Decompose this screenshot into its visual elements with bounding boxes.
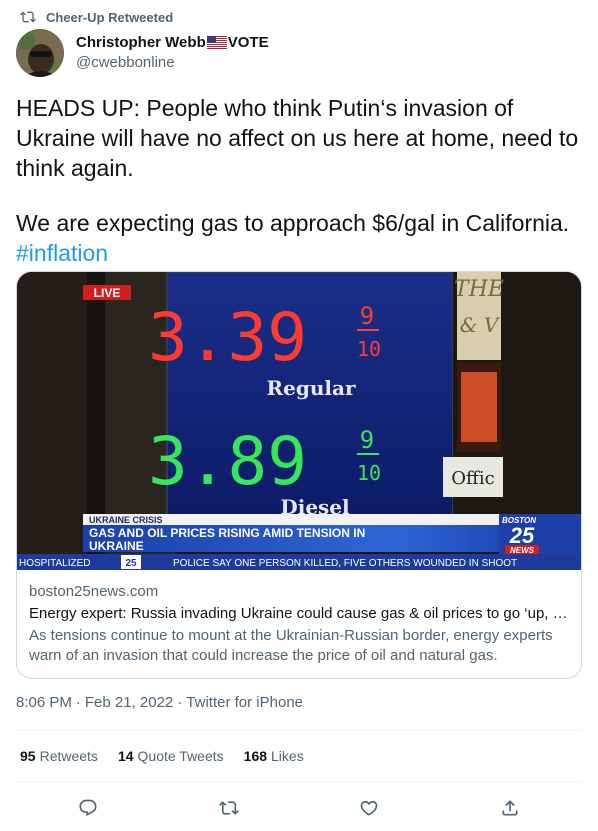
ticker-text: POLICE SAY ONE PERSON KILLED, FIVE OTHER…	[173, 558, 517, 569]
sign-fragment: & V	[460, 313, 501, 337]
diesel-price-fraction-top: 9	[360, 426, 374, 454]
tweet-timestamp: 8:06 PM · Feb 21, 2022 · Twitter for iPh…	[16, 694, 303, 711]
tweet-text: HEADS UP: People who think Putin‘s invas…	[16, 93, 586, 268]
ticker-left: HOSPITALIZED	[19, 558, 91, 569]
chyron-tag: UKRAINE CRISIS	[89, 515, 163, 525]
author-name[interactable]: Christopher Webb VOTE	[76, 33, 269, 52]
likes-stat[interactable]: 168 Likes	[244, 748, 304, 764]
regular-price: 3.39	[148, 299, 307, 376]
author-name-suffix: VOTE	[227, 34, 269, 51]
divider	[16, 781, 582, 782]
chyron-headline-1: GAS AND OIL PRICES RISING AMID TENSION I…	[89, 526, 365, 540]
author-display-name: Christopher Webb	[76, 34, 206, 51]
live-badge: LIVE	[94, 286, 121, 300]
retweet-icon	[20, 11, 36, 23]
share-icon	[502, 800, 518, 816]
retweeted-by-label: Cheer-Up Retweeted	[46, 9, 174, 25]
quote-tweets-count: 14	[117, 748, 134, 764]
tweet-time[interactable]: 8:06 PM	[16, 694, 72, 711]
hashtag-link[interactable]: #inflation	[16, 238, 586, 268]
quote-tweets-stat[interactable]: 14 Quote Tweets	[118, 748, 224, 764]
retweets-count: 95	[20, 748, 36, 764]
divider	[16, 730, 582, 731]
retweeted-by-header[interactable]: Cheer-Up Retweeted	[20, 8, 173, 26]
card-meta[interactable]: boston25news.com Energy expert: Russia i…	[17, 570, 581, 666]
separator-dot: ·	[177, 694, 183, 711]
author-handle[interactable]: @cwebbonline	[76, 54, 269, 73]
card-title: Energy expert: Russia invading Ukraine c…	[29, 605, 569, 622]
card-description: As tensions continue to mount at the Ukr…	[29, 627, 553, 664]
retweets-label: Retweets	[39, 748, 98, 764]
station-logo-bottom: NEWS	[510, 546, 535, 555]
diesel-price: 3.89	[148, 423, 307, 500]
retweet-button[interactable]	[216, 795, 242, 821]
sign-fragment: Offic	[451, 468, 494, 489]
retweet-icon	[219, 801, 239, 815]
reply-icon	[79, 799, 97, 817]
regular-price-fraction-bottom: 10	[357, 337, 381, 361]
sign-fragment: THE	[454, 277, 504, 302]
reply-button[interactable]	[75, 795, 101, 821]
tweet-source[interactable]: Twitter for iPhone	[186, 694, 303, 711]
author-block[interactable]: Christopher Webb VOTE @cwebbonline	[76, 33, 269, 73]
like-icon	[360, 800, 378, 816]
quote-tweets-label: Quote Tweets	[137, 748, 224, 764]
diesel-price-fraction-bottom: 10	[357, 461, 381, 485]
action-bar	[0, 795, 598, 821]
card-domain: boston25news.com	[29, 583, 159, 600]
likes-label: Likes	[271, 748, 304, 764]
likes-count: 168	[243, 748, 268, 764]
tweet-line: think again.	[16, 155, 134, 181]
share-button[interactable]	[497, 795, 523, 821]
link-card[interactable]: LIVE 3.39 9 10 Regular 3.89 9 10 Diesel …	[16, 271, 582, 679]
tweet-line: Ukraine will have no affect on us here a…	[16, 125, 579, 151]
regular-price-fraction-top: 9	[360, 302, 374, 330]
regular-label: Regular	[267, 376, 356, 400]
station-logo-number: 25	[509, 523, 535, 548]
separator-dot: ·	[75, 694, 81, 711]
chyron-headline-2: UKRAINE	[89, 539, 144, 553]
retweets-stat[interactable]: 95 Retweets	[20, 748, 98, 764]
tweet-line: HEADS UP: People who think Putin‘s invas…	[16, 95, 514, 121]
ticker-logo: 25	[125, 558, 137, 569]
avatar[interactable]	[16, 29, 64, 77]
engagement-stats: 95 Retweets 14 Quote Tweets 168 Likes	[20, 748, 304, 764]
us-flag-icon	[206, 36, 227, 49]
tweet-line: We are expecting gas to approach $6/gal …	[16, 210, 570, 236]
card-image[interactable]: LIVE 3.39 9 10 Regular 3.89 9 10 Diesel …	[17, 272, 581, 570]
like-button[interactable]	[356, 795, 382, 821]
tweet-date[interactable]: Feb 21, 2022	[85, 694, 173, 711]
